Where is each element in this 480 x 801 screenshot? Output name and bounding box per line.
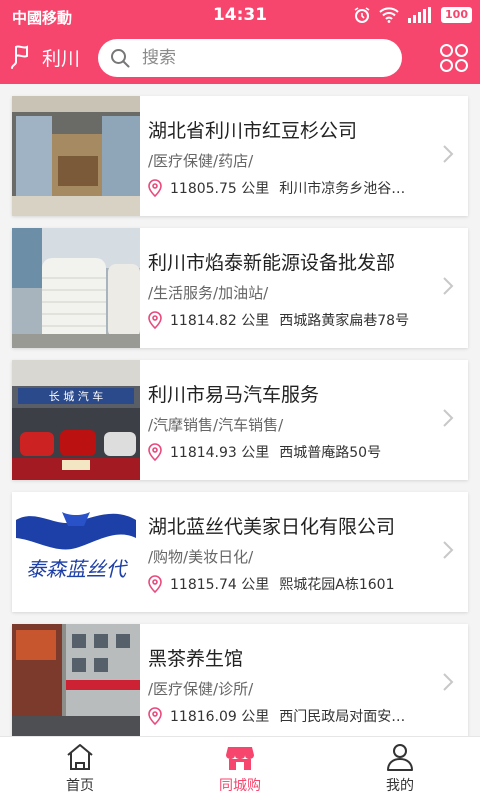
- store-list[interactable]: 湖北省利川市红豆杉公司 /医疗保健/药店/ 11805.75 公里 利川市凉务乡…: [0, 84, 480, 736]
- search-input[interactable]: [140, 47, 384, 69]
- location-pin-icon: [148, 179, 162, 197]
- tab-home[interactable]: 首页: [0, 737, 160, 801]
- store-distance: 11816.09 公里: [170, 709, 270, 725]
- header: 利川: [0, 32, 480, 84]
- search-icon: [111, 49, 130, 68]
- store-distance: 11814.93 公里: [170, 445, 270, 461]
- alarm-icon: [354, 7, 370, 23]
- store-distance: 11814.82 公里: [170, 313, 270, 329]
- store-distance: 11815.74 公里: [170, 577, 270, 593]
- store-address: 西城普庵路50号: [279, 445, 382, 461]
- store-card[interactable]: 黑茶养生馆 /医疗保健/诊所/ 11816.09 公里 西门民政局对面安…: [12, 624, 468, 736]
- search-box[interactable]: [98, 39, 402, 77]
- top-bar: 中國移動 14:31 100 利川: [0, 0, 480, 84]
- chevron-right-icon: [443, 409, 454, 427]
- store-thumbnail: [12, 624, 140, 736]
- store-location: 11816.09 公里 西门民政局对面安…: [148, 706, 438, 726]
- store-category: /生活服务/加油站/: [148, 284, 269, 302]
- store-card[interactable]: 利川市焰泰新能源设备批发部 /生活服务/加油站/ 11814.82 公里 西城路…: [12, 228, 468, 348]
- location-pin-icon: [148, 707, 162, 725]
- store-name: 利川市易马汽车服务: [148, 384, 320, 406]
- logo-text: 泰森蓝丝代: [26, 557, 128, 581]
- tab-mine[interactable]: 我的: [320, 737, 480, 801]
- store-location: 11805.75 公里 利川市凉务乡池谷…: [148, 178, 438, 198]
- user-icon: [387, 744, 413, 771]
- status-bar: 中國移動 14:31 100: [0, 0, 480, 32]
- store-category: /汽摩销售/汽车销售/: [148, 416, 284, 434]
- store-location: 11814.82 公里 西城路黄家扁巷78号: [148, 310, 438, 330]
- location-pin-icon: [148, 311, 162, 329]
- store-name: 利川市焰泰新能源设备批发部: [148, 252, 396, 274]
- store-thumbnail: [12, 228, 140, 348]
- store-address: 利川市凉务乡池谷…: [279, 181, 406, 197]
- signal-icon: [408, 7, 432, 23]
- chevron-right-icon: [443, 541, 454, 559]
- location-pin-icon: [148, 443, 162, 461]
- chevron-right-icon: [443, 277, 454, 295]
- store-address: 西城路黄家扁巷78号: [279, 313, 410, 329]
- tab-mine-label: 我的: [386, 778, 414, 794]
- store-thumbnail: [12, 96, 140, 216]
- store-category: /购物/美妆日化/: [148, 548, 254, 566]
- shop-icon: [226, 747, 254, 770]
- store-category: /医疗保健/诊所/: [148, 680, 254, 698]
- location-flag-icon: [11, 45, 28, 69]
- battery-level: 100: [441, 7, 472, 23]
- store-location: 11814.93 公里 西城普庵路50号: [148, 442, 438, 462]
- store-location: 11815.74 公里 熙城花园A栋1601: [148, 574, 438, 594]
- store-name: 黑茶养生馆: [148, 648, 244, 670]
- status-icons: 100: [353, 6, 472, 24]
- home-icon: [67, 744, 93, 770]
- city-name: 利川: [42, 47, 81, 70]
- tab-local-shopping[interactable]: 同城购: [160, 737, 320, 801]
- bottom-nav: 首页 同城购 我的: [0, 736, 480, 801]
- store-thumbnail: 泰森蓝丝代: [12, 492, 140, 612]
- chevron-right-icon: [443, 673, 454, 691]
- city-selector[interactable]: 利川: [10, 40, 80, 74]
- location-pin-icon: [148, 575, 162, 593]
- store-distance: 11805.75 公里: [170, 181, 270, 197]
- store-name: 湖北蓝丝代美家日化有限公司: [148, 516, 396, 538]
- store-card[interactable]: 长 城 汽 车 利川市易马汽车服务 /汽摩销售/汽车销售/ 11814.93 公…: [12, 360, 468, 480]
- store-address: 西门民政局对面安…: [279, 709, 406, 725]
- tab-home-label: 首页: [66, 778, 94, 794]
- store-card[interactable]: 湖北省利川市红豆杉公司 /医疗保健/药店/ 11805.75 公里 利川市凉务乡…: [12, 96, 468, 216]
- store-category: /医疗保健/药店/: [148, 152, 254, 170]
- store-address: 熙城花园A栋1601: [279, 577, 395, 593]
- car-shop-sign: 长 城 汽 车: [49, 389, 104, 403]
- tab-local-shopping-label: 同城购: [219, 778, 261, 794]
- store-card[interactable]: 泰森蓝丝代 湖北蓝丝代美家日化有限公司 /购物/美妆日化/ 11815.74 公…: [12, 492, 468, 612]
- store-name: 湖北省利川市红豆杉公司: [148, 120, 358, 142]
- category-grid-icon[interactable]: [438, 42, 470, 74]
- store-thumbnail: 长 城 汽 车: [12, 360, 140, 480]
- wifi-icon: [379, 7, 399, 23]
- chevron-right-icon: [443, 145, 454, 163]
